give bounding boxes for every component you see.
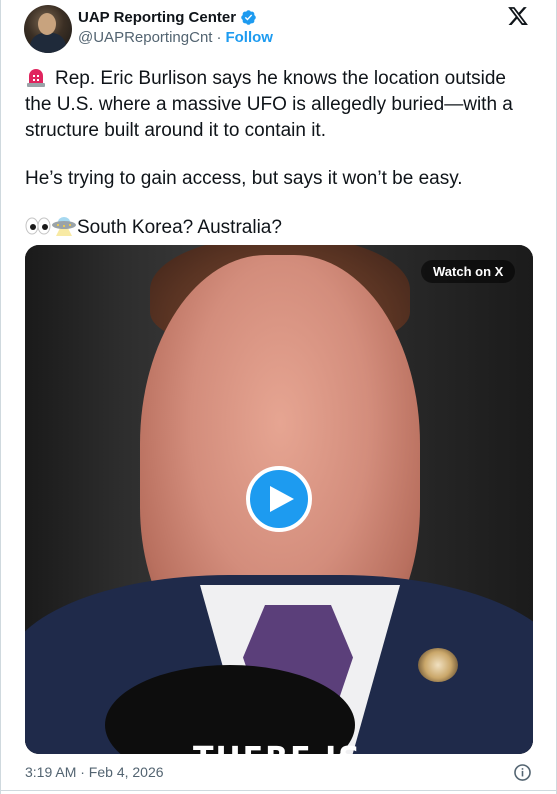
verified-badge-icon: [241, 9, 256, 25]
tweet-card[interactable]: UAP Reporting Center @UAPReportingCnt · …: [0, 0, 557, 794]
siren-emoji-icon: [27, 69, 45, 87]
tweet-paragraph-1-text: Rep. Eric Burlison says he knows the loc…: [25, 68, 513, 141]
tweet-paragraph-3-text: South Korea? Australia?: [77, 217, 282, 238]
tweet-paragraph-1: Rep. Eric Burlison says he knows the loc…: [25, 66, 535, 144]
author-handle-row: @UAPReportingCnt · Follow: [78, 29, 273, 46]
watch-on-x-button[interactable]: Watch on X: [421, 260, 516, 283]
author-name-row: UAP Reporting Center: [78, 7, 257, 27]
eyes-emoji-icon: [25, 217, 51, 235]
author-handle[interactable]: @UAPReportingCnt: [78, 29, 212, 46]
card-bottom-border: [1, 790, 556, 791]
tweet-text: Rep. Eric Burlison says he knows the loc…: [25, 66, 535, 241]
flying-saucer-emoji-icon: [52, 217, 76, 236]
play-button[interactable]: [246, 466, 312, 532]
avatar-body: [30, 33, 66, 53]
tweet-paragraph-2: He’s trying to gain access, but says it …: [25, 168, 463, 189]
handle-separator: ·: [216, 29, 222, 46]
video-caption-peek: THERE IS: [193, 741, 362, 754]
x-logo-icon[interactable]: [506, 5, 530, 27]
play-icon: [269, 486, 294, 512]
info-icon[interactable]: [513, 763, 532, 782]
video-player[interactable]: THERE IS Watch on X: [25, 245, 533, 754]
avatar[interactable]: [24, 5, 72, 53]
video-still-lapel-pin: [418, 648, 458, 682]
tweet-paragraph-3: South Korea? Australia?: [25, 214, 535, 241]
author-display-name[interactable]: UAP Reporting Center: [78, 9, 236, 26]
avatar-head: [38, 13, 56, 35]
tweet-timestamp[interactable]: 3:19 AM · Feb 4, 2026: [25, 764, 164, 780]
follow-button[interactable]: Follow: [225, 29, 273, 46]
